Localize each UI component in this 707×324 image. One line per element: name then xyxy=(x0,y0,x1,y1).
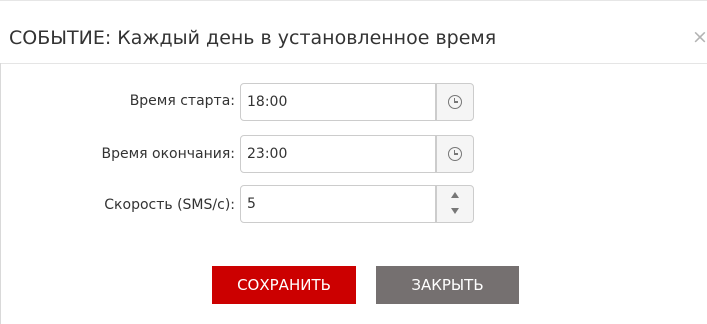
end-time-group xyxy=(240,135,474,175)
speed-label: Скорость (SMS/с): xyxy=(104,197,235,213)
start-time-group xyxy=(240,83,474,123)
arrow-down-icon xyxy=(451,208,459,214)
spinner-up-button[interactable] xyxy=(437,186,473,204)
event-dialog: СОБЫТИЕ: Каждый день в установленное вре… xyxy=(0,0,707,324)
close-button[interactable]: ЗАКРЫТЬ xyxy=(376,266,519,304)
clock-icon xyxy=(448,147,462,161)
clock-icon xyxy=(448,95,462,109)
start-time-label: Время старта: xyxy=(129,93,235,109)
speed-group xyxy=(240,185,474,225)
end-time-label: Время окончания: xyxy=(101,146,235,162)
dialog-header: СОБЫТИЕ: Каждый день в установленное вре… xyxy=(0,15,707,64)
dialog-left-border xyxy=(0,63,1,324)
speed-input[interactable] xyxy=(240,185,436,223)
end-time-input[interactable] xyxy=(240,135,436,173)
start-time-input[interactable] xyxy=(240,83,436,121)
close-icon[interactable]: × xyxy=(692,26,707,48)
arrow-up-icon xyxy=(451,192,459,198)
dialog-title: СОБЫТИЕ: Каждый день в установленное вре… xyxy=(9,27,497,49)
end-time-picker-button[interactable] xyxy=(436,135,474,173)
save-button[interactable]: СОХРАНИТЬ xyxy=(212,266,356,304)
start-time-picker-button[interactable] xyxy=(436,83,474,121)
speed-spinner xyxy=(436,185,474,223)
spinner-down-button[interactable] xyxy=(437,204,473,222)
